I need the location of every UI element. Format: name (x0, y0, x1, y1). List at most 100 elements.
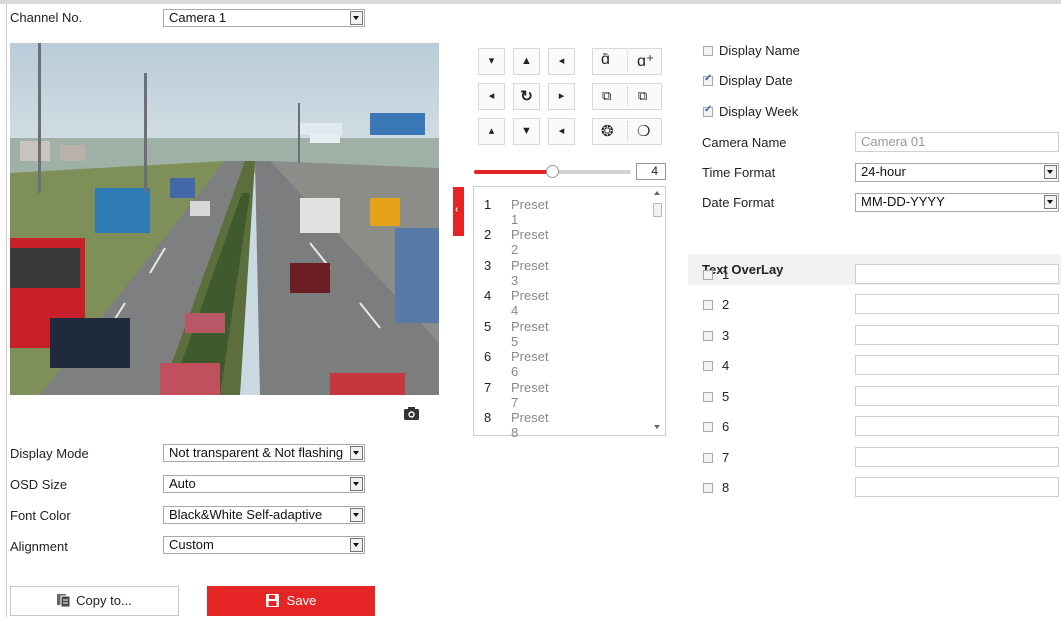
save-label: Save (286, 593, 317, 608)
text-overlay-checkbox[interactable] (703, 331, 713, 341)
chevron-down-icon[interactable] (350, 508, 363, 522)
alignment-select[interactable]: Custom (163, 536, 365, 554)
text-overlay-checkbox[interactable] (703, 270, 713, 280)
time-format-select[interactable]: 24-hour (855, 163, 1059, 182)
text-overlay-checkbox[interactable] (703, 300, 713, 310)
display-date-checkbox[interactable] (703, 73, 713, 86)
text-overlay-input[interactable] (855, 386, 1059, 406)
font-color-select[interactable]: Black&White Self-adaptive (163, 506, 365, 524)
iris-close-icon[interactable]: ❍ (637, 122, 650, 140)
date-format-label: Date Format (702, 195, 775, 210)
rotate-icon: ↻ (520, 88, 533, 105)
display-week-checkbox[interactable] (703, 104, 713, 117)
iris-open-icon[interactable]: ❂ (601, 122, 614, 140)
text-overlay-input[interactable] (855, 416, 1059, 436)
zoom-out-icon[interactable]: ɑ̄ (601, 51, 610, 69)
text-overlay-checkbox[interactable] (703, 361, 713, 371)
camera-icon[interactable] (404, 407, 419, 420)
preset-number: 5 (484, 319, 492, 334)
ptz-up-right-button[interactable]: ◂ (548, 48, 575, 75)
text-overlay-checkbox[interactable] (703, 422, 713, 432)
text-overlay-number: 1 (722, 267, 730, 282)
alignment-value: Custom (169, 537, 214, 552)
zoom-in-icon[interactable]: ɑ⁺ (637, 51, 654, 71)
scroll-thumb[interactable] (653, 203, 662, 217)
chevron-down-icon[interactable] (350, 446, 363, 460)
channel-select[interactable]: Camera 1 (163, 9, 365, 27)
channel-label: Channel No. (10, 10, 83, 25)
preset-list: 1 Preset 1 2 Preset 2 3 Preset 3 4 Preset 4 … (473, 186, 666, 440)
preset-number: 3 (484, 258, 492, 273)
left-border (6, 4, 7, 617)
preset-name: Preset 4 (511, 288, 549, 318)
focus-near-icon[interactable]: ⧉ (602, 88, 611, 104)
ptz-down-right-button[interactable]: ◂ (548, 118, 575, 145)
preset-number: 2 (484, 227, 492, 242)
font-color-value: Black&White Self-adaptive (169, 507, 323, 522)
text-overlay-input[interactable] (855, 294, 1059, 314)
text-overlay-number: 7 (722, 450, 730, 465)
chevron-down-icon[interactable] (350, 477, 363, 491)
text-overlay-checkbox[interactable] (703, 483, 713, 493)
osd-size-value: Auto (169, 476, 196, 491)
display-name-checkbox[interactable] (703, 46, 713, 56)
speed-value-input[interactable]: 4 (636, 163, 666, 180)
text-overlay-checkbox[interactable] (703, 392, 713, 402)
scroll-down-icon[interactable] (654, 425, 660, 429)
time-format-value: 24-hour (861, 164, 906, 179)
video-toolbar (10, 395, 439, 435)
scroll-up-icon[interactable] (654, 191, 660, 195)
display-name-label: Display Name (719, 43, 800, 58)
ptz-up-button[interactable]: ▲ (513, 48, 540, 75)
top-border (0, 0, 1061, 4)
iris-group: ❂ ❍ (592, 118, 662, 145)
preset-number: 4 (484, 288, 492, 303)
preset-number: 7 (484, 380, 492, 395)
text-overlay-number: 3 (722, 328, 730, 343)
speed-slider-handle[interactable] (546, 165, 559, 178)
save-button[interactable]: Save (207, 586, 375, 616)
display-week-label: Display Week (719, 104, 799, 119)
text-overlay-input[interactable] (855, 264, 1059, 284)
text-overlay-checkbox[interactable] (703, 453, 713, 463)
text-overlay-input[interactable] (855, 355, 1059, 375)
chevron-down-icon[interactable] (1044, 195, 1057, 209)
ptz-down-left-button[interactable]: ▴ (478, 118, 505, 145)
chevron-down-icon[interactable] (350, 11, 363, 25)
ptz-up-left-button[interactable]: ▾ (478, 48, 505, 75)
text-overlay-input[interactable] (855, 325, 1059, 345)
preset-name: Preset 7 (511, 380, 549, 410)
copy-to-button[interactable]: Copy to... (10, 586, 179, 616)
chevron-down-icon[interactable] (1044, 165, 1057, 179)
text-overlay-number: 4 (722, 358, 730, 373)
arrow-down-left-icon: ▴ (488, 125, 495, 137)
display-date-label: Display Date (719, 73, 793, 88)
preset-name: Preset 8 (511, 410, 549, 440)
ptz-down-button[interactable]: ▼ (513, 118, 540, 145)
arrow-down-icon: ▼ (521, 125, 532, 137)
focus-far-icon[interactable]: ⧉ (638, 88, 647, 104)
zoom-divider (627, 51, 628, 71)
ptz-left-button[interactable]: ◂ (478, 83, 505, 110)
alignment-label: Alignment (10, 539, 68, 554)
collapse-ptz-tab[interactable]: ‹ (453, 187, 464, 236)
display-mode-select[interactable]: Not transparent & Not flashing (163, 444, 365, 462)
preset-name: Preset 6 (511, 349, 549, 379)
ptz-auto-button[interactable]: ↻ (513, 83, 540, 110)
arrow-up-icon: ▲ (521, 55, 532, 67)
preset-scrollbar[interactable] (650, 187, 665, 435)
text-overlay-input[interactable] (855, 477, 1059, 497)
text-overlay-input[interactable] (855, 447, 1059, 467)
date-format-select[interactable]: MM-DD-YYYY (855, 193, 1059, 212)
channel-select-value: Camera 1 (169, 10, 227, 25)
zoom-group: ɑ̄ ɑ⁺ (592, 48, 662, 75)
time-format-label: Time Format (702, 165, 776, 180)
camera-name-input[interactable]: Camera 01 (855, 132, 1059, 152)
live-video-preview (10, 43, 439, 395)
chevron-down-icon[interactable] (350, 538, 363, 552)
osd-size-select[interactable]: Auto (163, 475, 365, 493)
camera-name-label: Camera Name (702, 135, 787, 150)
text-overlay-number: 6 (722, 419, 730, 434)
ptz-right-button[interactable]: ▸ (548, 83, 575, 110)
arrow-up-left-icon: ▾ (488, 55, 495, 67)
